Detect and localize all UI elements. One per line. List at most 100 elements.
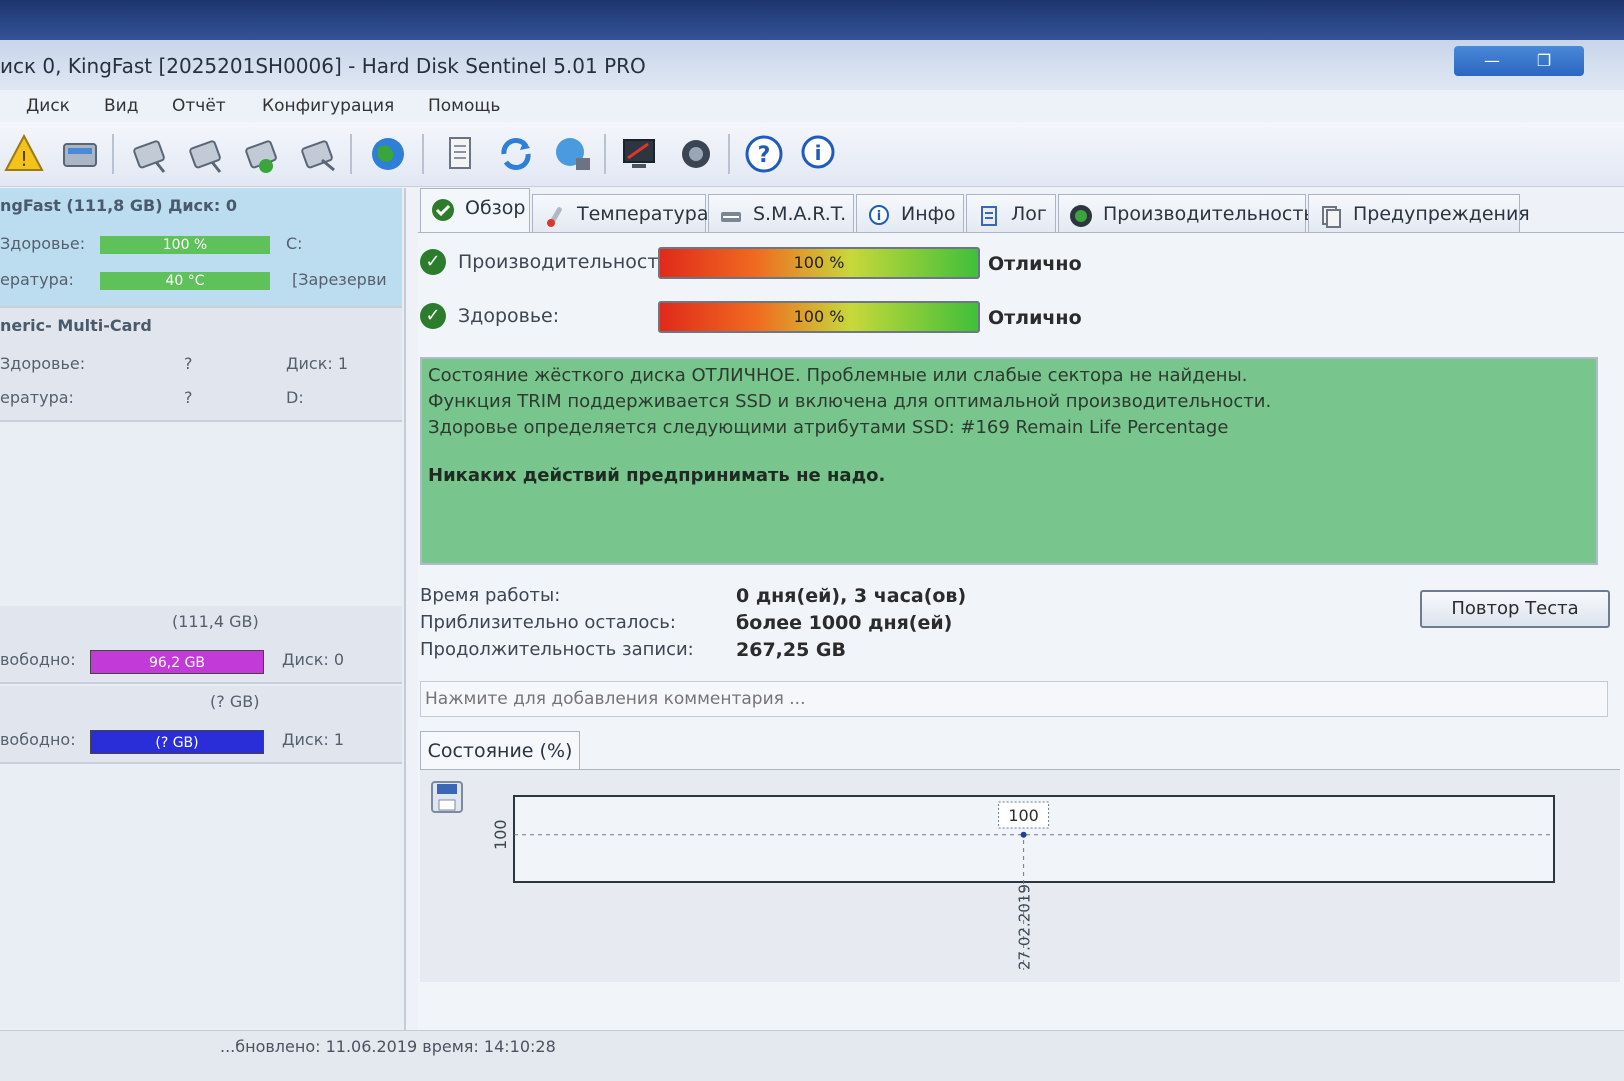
disk-number: Диск: 1 [286,354,349,373]
tab-log[interactable]: Лог [966,194,1056,232]
document-icon[interactable] [438,132,482,176]
toolbar-separator [422,134,424,174]
health-label: Здоровье: [458,305,560,327]
tab-smart[interactable]: S.M.A.R.T. [708,194,854,232]
status-line: Здоровье определяется следующими атрибут… [428,417,1229,438]
svg-text:i: i [815,141,822,165]
chart-tab-health[interactable]: Состояние (%) [420,731,580,769]
tab-info[interactable]: i Инфо [856,194,964,232]
disk-erase-icon[interactable] [296,132,340,176]
status-line: Состояние жёсткого диска ОТЛИЧНОЕ. Пробл… [428,365,1248,386]
toolbar-separator [604,134,606,174]
chart-panel: 100 100 27.02.2019 [420,769,1620,982]
restore-button[interactable]: ❐ [1524,49,1564,73]
disk-header: neric- Multi-Card [0,316,152,335]
drive-partition: [Зарезерви [292,270,387,289]
refresh-icon[interactable] [494,132,538,176]
menu-bar: Диск Вид Отчёт Конфигурация Помощь [0,90,1624,122]
free-label: вободно: [0,730,76,749]
health-label: Здоровье: [0,354,86,373]
tab-performance[interactable]: Производительность [1058,194,1315,232]
health-bar: 100 % [100,236,270,254]
svg-text:!: ! [20,147,28,171]
title-bar: иск 0, KingFast [2025201SH0006] - Hard D… [0,40,1624,90]
data-point [1020,831,1027,838]
status-line: Функция TRIM поддерживается SSD и включе… [428,391,1272,412]
health-value: ? [184,354,193,373]
menu-report[interactable]: Отчёт [172,96,226,116]
volume-item-c[interactable]: (111,4 GB) вободно: 96,2 GB Диск: 0 [0,606,402,684]
uptime-label: Время работы: [420,585,561,606]
toolbar-separator [112,134,114,174]
remaining-label: Приблизительно осталось: [420,612,676,633]
disk-ok-icon[interactable] [240,132,284,176]
retest-button[interactable]: Повтор Теста [1420,590,1610,628]
disk-test-icon[interactable] [128,132,172,176]
health-value: 100 % [793,307,845,326]
health-meter: 100 % [658,301,980,333]
writes-label: Продолжительность записи: [420,639,694,660]
speaker-icon[interactable] [674,132,718,176]
health-label: Здоровье: [0,234,86,253]
toolbar-separator [350,134,352,174]
warning-icon[interactable]: ! [2,132,46,176]
globe-icon[interactable] [366,132,410,176]
toolbar-separator [728,134,730,174]
tab-overview[interactable]: Обзор [420,188,530,232]
volume-item-d[interactable]: (? GB) вободно: (? GB) Диск: 1 [0,686,402,764]
toolbar: ! ? i [0,122,1624,187]
minimize-button[interactable]: — [1472,49,1512,73]
last-update-text: ...бновлено: 11.06.2019 время: 14:10:28 [220,1037,556,1056]
tab-warnings[interactable]: Предупреждения [1308,194,1530,232]
disk-surface-icon[interactable] [184,132,228,176]
y-tick-label: 100 [491,819,510,850]
writes-value: 267,25 GB [736,639,847,661]
free-space-bar: 96,2 GB [90,650,264,674]
x-tick-label: 27.02.2019 [1016,884,1034,970]
app-window: иск 0, KingFast [2025201SH0006] - Hard D… [0,40,1624,1081]
temperature-value: ? [184,388,193,407]
thermometer-icon [543,203,567,227]
comment-field[interactable] [420,681,1608,717]
check-icon [431,197,455,221]
network-icon[interactable] [550,132,594,176]
disk-number: Диск: 1 [282,730,345,749]
menu-help[interactable]: Помощь [428,96,500,116]
menu-disk[interactable]: Диск [26,96,70,116]
performance-icon [1069,203,1093,227]
overview-content: ✓ Производительность: 100 % Отлично ✓ Зд… [418,232,1624,1069]
temperature-label: ература: [0,270,74,289]
performance-meter: 100 % [658,247,980,279]
tab-temperature[interactable]: Температура [532,194,708,232]
details-panel: Обзор Температура S.M.A.R.T. i Инфо Лог … [418,188,1624,1069]
disk-item-kingfast[interactable]: ngFast (111,8 GB) Диск: 0 Здоровье: 100 … [0,188,402,308]
temperature-bar: 40 °C [100,272,270,290]
comment-input[interactable] [421,682,1607,716]
info-icon: i [867,203,891,227]
check-icon: ✓ [420,249,446,275]
disk-list-panel: ngFast (111,8 GB) Диск: 0 Здоровье: 100 … [0,188,406,1068]
remaining-value: более 1000 дня(ей) [736,612,953,634]
data-label: 100 [1008,806,1039,825]
info-icon[interactable]: i [796,132,840,176]
drive-letter: D: [286,388,304,407]
warnings-icon [1319,203,1343,228]
monitor-icon[interactable] [618,132,662,176]
menu-view[interactable]: Вид [104,96,138,116]
svg-text:i: i [877,209,881,224]
performance-rating: Отлично [988,253,1082,275]
status-bar: ...бновлено: 11.06.2019 время: 14:10:28 [0,1030,1624,1081]
help-icon[interactable]: ? [742,132,786,176]
performance-label: Производительность: [458,251,676,273]
health-chart: 100 100 27.02.2019 [491,795,1555,970]
disk-icon[interactable] [58,132,102,176]
disk-item-multicard[interactable]: neric- Multi-Card Здоровье: ? Диск: 1 ер… [0,308,402,422]
log-icon [977,203,1001,227]
window-controls: — ❐ [1454,46,1584,76]
window-title: иск 0, KingFast [2025201SH0006] - Hard D… [0,54,646,78]
uptime-value: 0 дня(ей), 3 часа(ов) [736,585,967,607]
volume-size: (111,4 GB) [172,612,259,631]
performance-value: 100 % [793,253,845,272]
disk-number: Диск: 0 [282,650,345,669]
menu-config[interactable]: Конфигурация [262,96,394,116]
